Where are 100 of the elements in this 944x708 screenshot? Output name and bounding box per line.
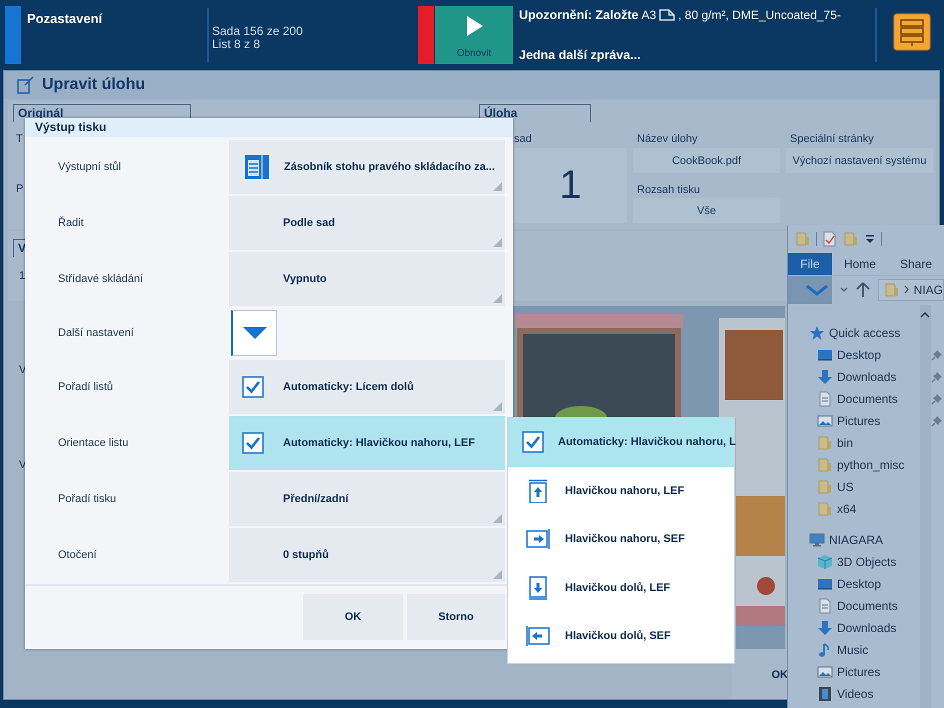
document-icon (817, 598, 833, 614)
expand-toggle[interactable] (231, 310, 277, 356)
ribbon-tab[interactable]: Home (832, 253, 888, 275)
ok-button[interactable]: OK (731, 649, 788, 699)
setting-label: Řadit (58, 217, 84, 229)
dropdown-corner-icon (493, 402, 502, 411)
dropdown-option[interactable]: Automaticky: Hlavičkou nahoru, L (508, 418, 734, 466)
field-label: sad (514, 133, 532, 145)
setting-label: Další nastavení (58, 327, 134, 339)
dialog-button[interactable]: Storno (407, 594, 505, 640)
tree-item[interactable]: Desktop (788, 344, 943, 366)
field-value: 1 (514, 148, 627, 223)
tree-item[interactable]: Documents (788, 595, 943, 617)
ribbon-tab[interactable]: File (788, 253, 832, 275)
picture-icon (817, 413, 833, 429)
dropdown-corner-icon (493, 570, 502, 579)
status-text: Pozastavení (27, 11, 102, 26)
set-info: Sada 156 ze 200 (212, 25, 303, 38)
field-label: Rozsah tisku (637, 184, 700, 196)
up-arrow-icon[interactable] (856, 282, 870, 298)
breadcrumb-chevron-icon (904, 285, 910, 294)
folder-icon (817, 435, 833, 451)
sheet-info: List 8 z 8 (212, 38, 260, 51)
field-value: Výchozí nastavení systému (786, 148, 933, 173)
checkbox[interactable] (522, 431, 544, 454)
dropdown-option[interactable]: Hlavičkou dolů, SEF (508, 612, 734, 660)
folder-icon (817, 479, 833, 495)
tree-item[interactable]: Downloads (788, 366, 943, 388)
more-messages-link[interactable]: Jedna další zpráva... (519, 48, 641, 62)
field-label: P (16, 183, 24, 195)
server-icon[interactable] (893, 13, 931, 51)
tree-item[interactable]: Music (788, 639, 943, 661)
paper-icon (659, 8, 676, 22)
tree-item[interactable]: Pictures (788, 661, 943, 683)
folder-icon (795, 231, 811, 247)
dropdown-caret-icon[interactable] (864, 232, 876, 246)
setting-dropdown[interactable]: Automaticky: Lícem dolů (229, 360, 505, 414)
dropdown-option[interactable]: Hlavičkou dolů, LEF (508, 564, 734, 612)
dropdown-option[interactable]: Hlavičkou nahoru, SEF (508, 515, 734, 564)
caret-down-icon[interactable] (840, 286, 848, 292)
tree-item[interactable]: Desktop (788, 573, 943, 595)
tree-item[interactable]: Downloads (788, 617, 943, 639)
message-details: , 80 g/m², DME_Uncoated_75- (678, 8, 841, 22)
field-label: 1 (19, 270, 26, 282)
dropdown-corner-icon (493, 238, 502, 247)
folder-icon (843, 231, 859, 247)
checkbox[interactable] (242, 376, 264, 398)
picture-icon (817, 664, 833, 680)
page-arrow-left-icon (526, 624, 550, 648)
dropdown-corner-icon (493, 514, 502, 523)
dialog-button[interactable]: OK (303, 594, 403, 640)
field-label: Speciální stránky (790, 133, 874, 145)
refresh-button[interactable]: Obnovit (435, 6, 513, 64)
setting-label: Pořadí tisku (58, 493, 116, 505)
dialog-title: Výstup tisku (25, 118, 513, 137)
tree-item[interactable]: Documents (788, 388, 943, 410)
dropdown-option[interactable]: Hlavičkou nahoru, LEF (508, 466, 734, 515)
document-icon (817, 391, 833, 407)
setting-dropdown[interactable]: Přední/zadní (229, 472, 505, 526)
field-value: CookBook.pdf (633, 148, 780, 173)
tree-item[interactable]: Quick access (788, 322, 935, 344)
setting-label: Otočení (58, 549, 97, 561)
setting-dropdown[interactable]: 0 stupňů (229, 528, 505, 582)
checkbox[interactable] (242, 432, 264, 454)
chevron-down-icon (806, 284, 828, 296)
scroll-up-icon[interactable] (920, 311, 930, 319)
computer-icon (809, 532, 825, 548)
checklist-icon[interactable] (822, 231, 838, 247)
output-tray-icon (244, 154, 270, 180)
setting-label: Střídavé skládání (58, 273, 143, 285)
tree-item[interactable]: US (788, 476, 943, 498)
setting-label: Pořadí listů (58, 381, 114, 393)
setting-dropdown[interactable]: Zásobník stohu pravého skládacího za... (229, 140, 505, 194)
download-icon (817, 620, 833, 636)
tree-item[interactable]: x64 (788, 498, 943, 520)
window-title: Upravit úlohu (42, 76, 146, 94)
download-icon (817, 369, 833, 385)
setting-dropdown[interactable]: Automaticky: Hlavičkou nahoru, LEF (229, 416, 505, 470)
tree-item[interactable]: 3D Objects (788, 551, 943, 573)
field-value: Vše (633, 198, 780, 223)
cube-icon (817, 554, 833, 570)
tree-item[interactable]: bin (788, 432, 943, 454)
star-icon (809, 325, 825, 341)
folder-icon (817, 457, 833, 473)
ribbon-tab[interactable]: Share (888, 253, 944, 275)
play-icon (464, 15, 484, 37)
address-bar[interactable]: NIAG (878, 278, 944, 300)
folder-icon (817, 501, 833, 517)
page-arrow-right-icon (526, 527, 550, 552)
tree-item[interactable]: python_misc (788, 454, 943, 476)
setting-label: Výstupní stůl (58, 161, 121, 173)
folder-icon (884, 282, 900, 298)
triangle-down-icon (242, 327, 266, 339)
dropdown-corner-icon (493, 182, 502, 191)
setting-dropdown[interactable]: Vypnuto (229, 252, 505, 306)
setting-dropdown[interactable]: Podle sad (229, 196, 505, 250)
field-label: T (16, 133, 23, 145)
tree-item[interactable]: NIAGARA (788, 529, 935, 551)
tree-item[interactable]: Pictures (788, 410, 943, 432)
tree-item[interactable]: Videos (788, 683, 943, 705)
